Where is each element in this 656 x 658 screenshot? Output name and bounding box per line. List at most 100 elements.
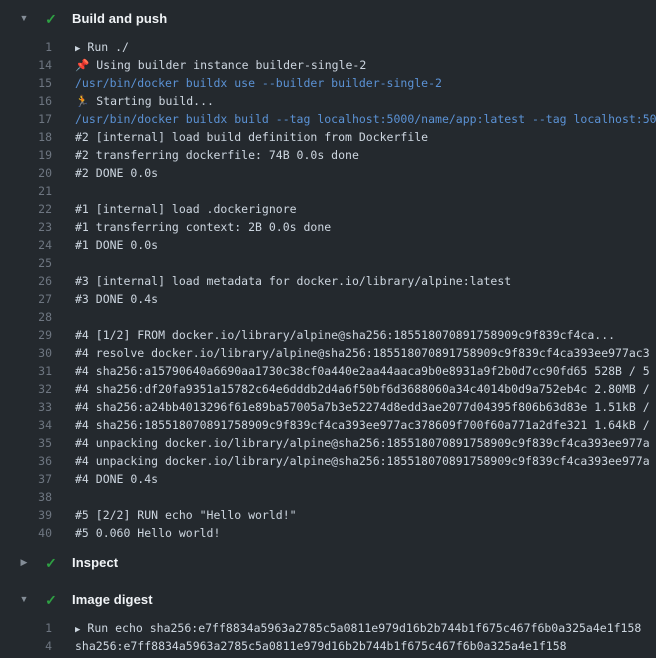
log-line: 33 #4 sha256:a24bb4013296f61e89ba57005a7b…	[0, 398, 656, 416]
log-line: 34 #4 sha256:185518070891758909c9f839cf4c…	[0, 416, 656, 434]
log-line-text: #4 sha256:df20fa9351a15782c64e6dddb2d4a6…	[75, 380, 650, 398]
log-line-text: #1 DONE 0.0s	[75, 236, 158, 254]
log-line: 14 📌 Using builder instance builder-singl…	[0, 56, 656, 74]
log-line-text: #4 sha256:185518070891758909c9f839cf4ca3…	[75, 416, 650, 434]
log-line: 23 #1 transferring context: 2B 0.0s done	[0, 218, 656, 236]
group-expand-icon[interactable]: ▶	[75, 44, 80, 54]
chevron-right-icon[interactable]: ▶	[18, 558, 30, 567]
section-header-build-and-push[interactable]: ▼ ✓ Build and push	[0, 0, 656, 37]
line-number[interactable]: 38	[0, 488, 52, 506]
log-line-text: #4 unpacking docker.io/library/alpine@sh…	[75, 434, 650, 452]
log-line: 27 #3 DONE 0.4s	[0, 290, 656, 308]
log-line: 24 #1 DONE 0.0s	[0, 236, 656, 254]
run-command-text: ▶ Run ./	[75, 38, 129, 56]
section-title: Inspect	[72, 555, 118, 570]
chevron-down-icon[interactable]: ▼	[18, 595, 30, 604]
log-line: 31 #4 sha256:a15790640a6690aa1730c38cf0a4…	[0, 362, 656, 380]
log-line: 17/usr/bin/docker buildx build --tag loc…	[0, 110, 656, 128]
log-line-text: /usr/bin/docker buildx use --builder bui…	[75, 74, 442, 92]
line-number[interactable]: 22	[0, 200, 52, 218]
line-number[interactable]: 33	[0, 398, 52, 416]
log-line: 39 #5 [2/2] RUN echo "Hello world!"	[0, 506, 656, 524]
log-line-text: #2 transferring dockerfile: 74B 0.0s don…	[75, 146, 359, 164]
line-number[interactable]: 1	[0, 38, 52, 56]
log-line-text: #4 DONE 0.4s	[75, 470, 158, 488]
line-number[interactable]: 28	[0, 308, 52, 326]
log-block-build-and-push: 1 ▶ Run ./ 14 📌 Using builder instance build…	[0, 37, 656, 544]
line-number[interactable]: 4	[0, 637, 52, 655]
check-icon: ✓	[43, 556, 59, 570]
log-line-text: #3 DONE 0.4s	[75, 290, 158, 308]
log-line: 21	[0, 182, 656, 200]
log-line: 29 #4 [1/2] FROM docker.io/library/alpine…	[0, 326, 656, 344]
line-number[interactable]: 20	[0, 164, 52, 182]
log-line-text: #5 0.060 Hello world!	[75, 524, 220, 542]
run-label: Run echo sha256:e7ff8834a5963a2785c5a081…	[87, 621, 641, 635]
line-number[interactable]: 30	[0, 344, 52, 362]
section-header-inspect[interactable]: ▶ ✓ Inspect	[0, 544, 656, 581]
log-line-text: 📌 Using builder instance builder-single-…	[75, 56, 366, 74]
log-line-text: sha256:e7ff8834a5963a2785c5a0811e979d16b…	[75, 637, 567, 655]
log-line-text: 🏃 Starting build...	[75, 92, 214, 110]
log-line: 22 #1 [internal] load .dockerignore	[0, 200, 656, 218]
line-number[interactable]: 35	[0, 434, 52, 452]
log-line-text: #4 unpacking docker.io/library/alpine@sh…	[75, 452, 650, 470]
log-line-text: #1 [internal] load .dockerignore	[75, 200, 297, 218]
line-number[interactable]: 31	[0, 362, 52, 380]
line-number[interactable]: 1	[0, 619, 52, 637]
log-line: 1 ▶ Run ./	[0, 38, 656, 56]
line-number[interactable]: 14	[0, 56, 52, 74]
line-number[interactable]: 16	[0, 92, 52, 110]
section-title: Image digest	[72, 592, 153, 607]
log-line: 35 #4 unpacking docker.io/library/alpine@…	[0, 434, 656, 452]
run-label: Run ./	[87, 40, 129, 54]
line-number[interactable]: 34	[0, 416, 52, 434]
section-title: Build and push	[72, 11, 167, 26]
line-number[interactable]: 26	[0, 272, 52, 290]
log-line-text: #2 DONE 0.0s	[75, 164, 158, 182]
log-line: 1 ▶ Run echo sha256:e7ff8834a5963a2785c5a0…	[0, 619, 656, 637]
run-command-text: ▶ Run echo sha256:e7ff8834a5963a2785c5a08…	[75, 619, 641, 637]
log-line: 19 #2 transferring dockerfile: 74B 0.0s d…	[0, 146, 656, 164]
log-line-text: #1 transferring context: 2B 0.0s done	[75, 218, 331, 236]
line-number[interactable]: 36	[0, 452, 52, 470]
line-number[interactable]: 15	[0, 74, 52, 92]
group-expand-icon[interactable]: ▶	[75, 625, 80, 635]
log-line-text: #3 [internal] load metadata for docker.i…	[75, 272, 511, 290]
line-number[interactable]: 39	[0, 506, 52, 524]
chevron-down-icon[interactable]: ▼	[18, 14, 30, 23]
log-line: 30 #4 resolve docker.io/library/alpine@sh…	[0, 344, 656, 362]
line-number[interactable]: 27	[0, 290, 52, 308]
line-number[interactable]: 23	[0, 218, 52, 236]
log-line-text: #4 sha256:a24bb4013296f61e89ba57005a7b3e…	[75, 398, 650, 416]
line-number[interactable]: 37	[0, 470, 52, 488]
log-line-text: #5 [2/2] RUN echo "Hello world!"	[75, 506, 297, 524]
section-header-image-digest[interactable]: ▼ ✓ Image digest	[0, 581, 656, 618]
check-icon: ✓	[43, 593, 59, 607]
log-line: 37 #4 DONE 0.4s	[0, 470, 656, 488]
log-line: 38	[0, 488, 656, 506]
line-number[interactable]: 25	[0, 254, 52, 272]
log-line: 40 #5 0.060 Hello world!	[0, 524, 656, 542]
log-block-image-digest: 1 ▶ Run echo sha256:e7ff8834a5963a2785c5a0…	[0, 618, 656, 657]
log-line: 36 #4 unpacking docker.io/library/alpine@…	[0, 452, 656, 470]
log-line-text: #4 resolve docker.io/library/alpine@sha2…	[75, 344, 650, 362]
line-number[interactable]: 40	[0, 524, 52, 542]
log-line-text: #4 [1/2] FROM docker.io/library/alpine@s…	[75, 326, 615, 344]
log-line: 25	[0, 254, 656, 272]
line-number[interactable]: 18	[0, 128, 52, 146]
line-number[interactable]: 24	[0, 236, 52, 254]
log-line: 15/usr/bin/docker buildx use --builder b…	[0, 74, 656, 92]
check-icon: ✓	[43, 12, 59, 26]
log-line: 32 #4 sha256:df20fa9351a15782c64e6dddb2d4…	[0, 380, 656, 398]
line-number[interactable]: 19	[0, 146, 52, 164]
line-number[interactable]: 29	[0, 326, 52, 344]
log-line: 28	[0, 308, 656, 326]
line-number[interactable]: 21	[0, 182, 52, 200]
line-number[interactable]: 17	[0, 110, 52, 128]
log-line-text: #4 sha256:a15790640a6690aa1730c38cf0a440…	[75, 362, 650, 380]
log-line: 16 🏃 Starting build...	[0, 92, 656, 110]
log-line: 4 sha256:e7ff8834a5963a2785c5a0811e979d16…	[0, 637, 656, 655]
log-line: 26 #3 [internal] load metadata for docker…	[0, 272, 656, 290]
line-number[interactable]: 32	[0, 380, 52, 398]
